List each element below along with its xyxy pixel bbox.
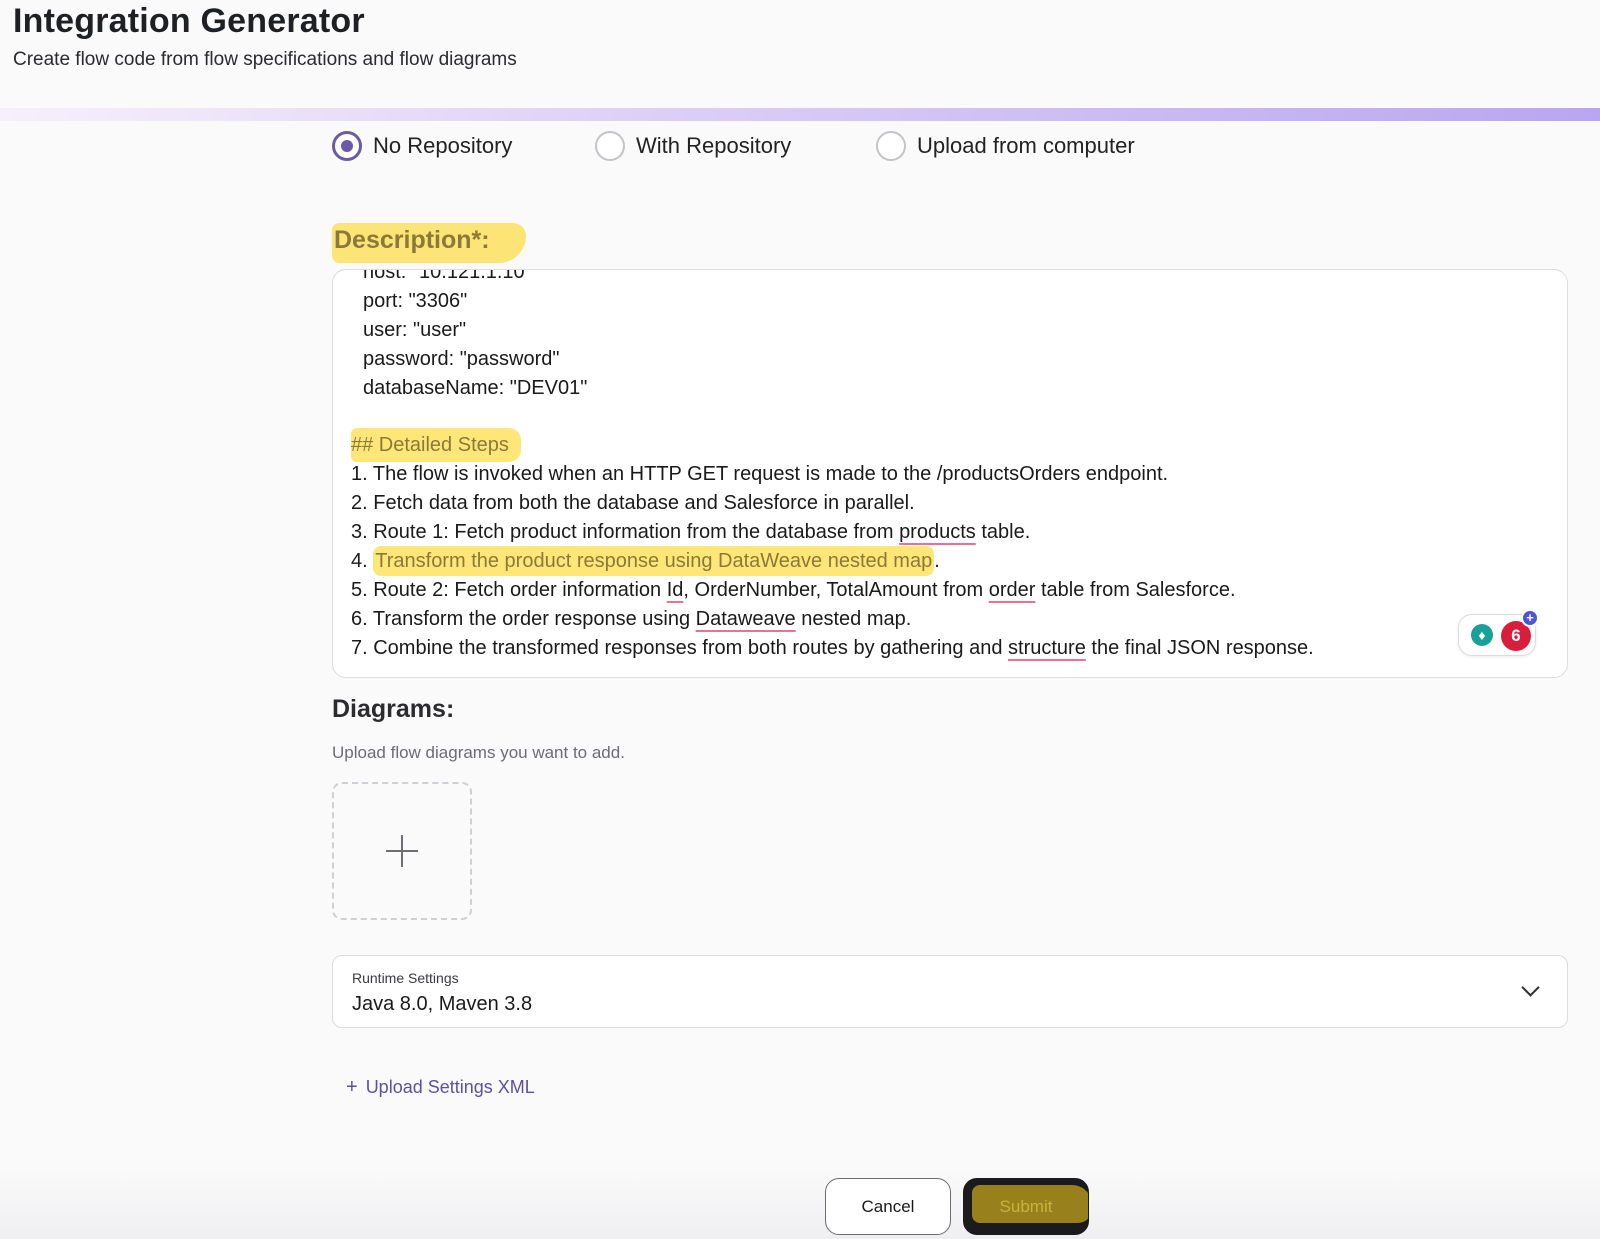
text-segment: . (934, 550, 940, 572)
text-segment: the final JSON response. (1085, 637, 1314, 659)
text-segment: 4. (351, 550, 374, 572)
diagrams-label: Diagrams: (332, 695, 455, 723)
description-line: 1. The flow is invoked when an HTTP GET … (351, 463, 1169, 485)
spellcheck-word[interactable]: structure (1008, 637, 1086, 659)
description-line: 4. Transform the product response using … (351, 546, 1314, 576)
radio-upload-from-computer[interactable]: Upload from computer (876, 131, 1135, 161)
progress-bar (0, 108, 1600, 121)
radio-label: With Repository (636, 133, 792, 158)
description-line: ## Detailed Steps (351, 428, 1314, 462)
spellcheck-word[interactable]: products (899, 521, 976, 543)
submit-button-label: Submit (999, 1197, 1053, 1216)
diagram-upload-dropzone[interactable] (332, 782, 472, 920)
radio-unchecked-icon[interactable] (595, 131, 625, 161)
text-segment: 7. Combine the transformed responses fro… (351, 637, 1009, 659)
upload-settings-xml-link[interactable]: + Upload Settings XML (346, 1076, 535, 1099)
text-segment: nested map. (795, 608, 912, 630)
progress-bar-fill (0, 108, 1600, 121)
radio-label: Upload from computer (917, 133, 1135, 158)
plus-icon: + (346, 1076, 358, 1098)
spellcheck-word[interactable]: Id (667, 579, 684, 601)
description-line: databaseName: "DEV01" (363, 377, 588, 399)
grammar-assistant-widget[interactable]: ♦ 6 + (1458, 609, 1539, 656)
description-label: Description*: (332, 223, 526, 263)
runtime-settings-value: Java 8.0, Maven 3.8 (352, 993, 533, 1015)
description-textarea[interactable]: host: "10.121.1.10" port: "3306" user: "… (332, 269, 1568, 678)
runtime-settings-select[interactable]: Runtime Settings Java 8.0, Maven 3.8 (332, 955, 1568, 1028)
radio-no-repository[interactable]: No Repository (332, 131, 595, 161)
upload-settings-xml-label: Upload Settings XML (365, 1077, 535, 1097)
spellcheck-word[interactable]: Dataweave (696, 608, 796, 630)
radio-with-repository[interactable]: With Repository (595, 131, 876, 161)
description-line: host: "10.121.1.10" (363, 269, 532, 283)
highlighted-heading: ## Detailed Steps (351, 428, 521, 462)
footer-bar (0, 1170, 1600, 1239)
description-line: 3. Route 1: Fetch product information fr… (351, 518, 1314, 547)
radio-unchecked-icon[interactable] (876, 131, 906, 161)
description-line: port: "3306" (363, 290, 468, 312)
lightbulb-icon[interactable]: ♦ (1471, 624, 1493, 646)
plus-icon (386, 835, 418, 867)
cancel-button[interactable]: Cancel (825, 1178, 951, 1235)
source-radio-group: No Repository With Repository Upload fro… (332, 130, 1135, 162)
plus-badge-icon[interactable]: + (1521, 609, 1539, 627)
highlighted-step: Transform the product response using Dat… (373, 546, 935, 576)
description-line: 7. Combine the transformed responses fro… (351, 634, 1314, 663)
chevron-down-icon[interactable] (1521, 978, 1540, 997)
runtime-settings-label: Runtime Settings (352, 970, 459, 986)
text-segment: , OrderNumber, TotalAmount from (683, 579, 989, 601)
text-segment: 5. Route 2: Fetch order information (351, 579, 667, 601)
description-line: 6. Transform the order response using Da… (351, 605, 1314, 634)
text-segment: 6. Transform the order response using (351, 608, 696, 630)
description-line: 5. Route 2: Fetch order information Id, … (351, 576, 1314, 605)
description-content[interactable]: host: "10.121.1.10" port: "3306" user: "… (351, 269, 1314, 663)
spellcheck-word[interactable]: order (989, 579, 1036, 601)
description-line: user: "user" (363, 319, 467, 341)
submit-button[interactable]: Submit (963, 1178, 1089, 1235)
text-segment: 3. Route 1: Fetch product information fr… (351, 521, 900, 543)
radio-label: No Repository (373, 133, 513, 158)
text-segment: table. (975, 521, 1031, 543)
description-line: password: "password" (363, 348, 560, 370)
page-header: Integration Generator Create flow code f… (0, 0, 1600, 108)
diagrams-hint: Upload flow diagrams you want to add. (332, 743, 625, 762)
page-subtitle: Create flow code from flow specification… (13, 49, 517, 70)
description-line: 2. Fetch data from both the database and… (351, 492, 915, 514)
text-segment: table from Salesforce. (1035, 579, 1236, 601)
page-title: Integration Generator (13, 2, 365, 40)
radio-checked-icon[interactable] (332, 131, 362, 161)
